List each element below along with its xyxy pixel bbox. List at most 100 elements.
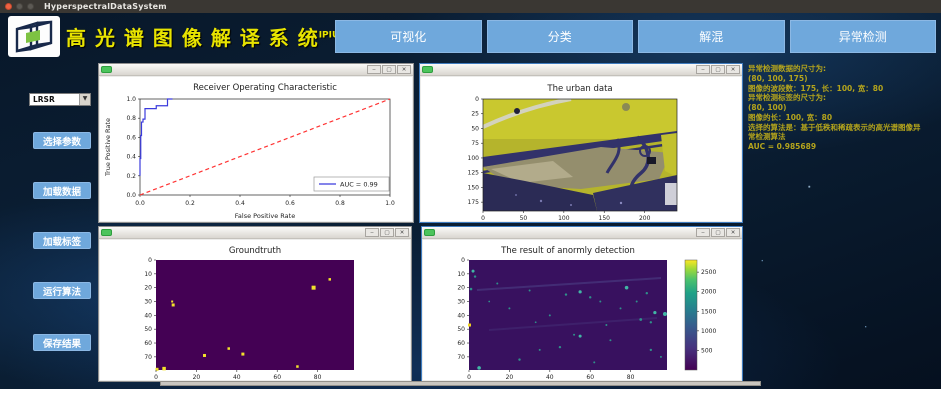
minimize-icon[interactable]: ‒ — [365, 228, 379, 237]
nav-button-visualization[interactable]: 可视化 — [335, 20, 482, 53]
anomaly-window-controls: ‒ ▢ ✕ — [696, 228, 740, 237]
close-icon[interactable]: ✕ — [397, 65, 411, 74]
close-icon[interactable]: ✕ — [726, 228, 740, 237]
svg-text:100: 100 — [468, 155, 480, 162]
svg-text:The urban data: The urban data — [546, 84, 612, 94]
maximize-icon[interactable]: ▢ — [380, 228, 394, 237]
maximize-icon[interactable]: ▢ — [711, 65, 725, 74]
urban-window-titlebar[interactable]: ‒ ▢ ✕ — [420, 64, 742, 76]
svg-text:0: 0 — [475, 96, 479, 103]
app-title: 高 光 谱 图 像 解 译 系 统IPIU — [66, 22, 339, 51]
info-line: (80, 100, 175) — [748, 74, 938, 84]
minimize-icon[interactable]: ‒ — [367, 65, 381, 74]
svg-text:20: 20 — [457, 285, 465, 292]
nav-button-classification[interactable]: 分类 — [487, 20, 634, 53]
main-nav: 可视化 分类 解混 异常检测 — [335, 20, 936, 53]
svg-text:0: 0 — [461, 257, 465, 264]
horizontal-scrollbar[interactable] — [160, 381, 761, 386]
urban-plot-canvas: The urban data05010015020002550751001251… — [421, 77, 741, 221]
svg-text:10: 10 — [457, 271, 465, 278]
urban-false-color-image — [483, 99, 677, 211]
nav-button-unmixing[interactable]: 解混 — [638, 20, 785, 53]
svg-text:1000: 1000 — [701, 328, 716, 335]
svg-text:0.2: 0.2 — [185, 200, 195, 207]
save-results-button[interactable]: 保存结果 — [33, 334, 91, 351]
screen: HyperspectralDataSystem 高 光 谱 图 像 解 译 系 … — [0, 0, 941, 419]
svg-text:1500: 1500 — [701, 308, 716, 315]
chevron-down-icon[interactable]: ▼ — [79, 94, 90, 105]
run-algorithm-button[interactable]: 运行算法 — [33, 282, 91, 299]
groundtruth-window-titlebar[interactable]: ‒ ▢ ✕ — [99, 227, 411, 239]
load-data-button[interactable]: 加载数据 — [33, 182, 91, 199]
svg-text:False Positive Rate: False Positive Rate — [235, 212, 295, 220]
svg-text:60: 60 — [457, 340, 465, 347]
svg-text:The result of anormly detectio: The result of anormly detection — [500, 246, 635, 256]
groundtruth-chart: Groundtruth020406080010203040506070 — [100, 240, 410, 380]
maximize-icon[interactable] — [27, 3, 34, 10]
qt-window-icon — [422, 66, 433, 73]
svg-text:0.4: 0.4 — [126, 154, 136, 161]
svg-text:50: 50 — [520, 215, 528, 221]
svg-text:0: 0 — [481, 215, 485, 221]
roc-chart: Receiver Operating Characteristic0.00.20… — [100, 77, 412, 221]
svg-text:0: 0 — [154, 374, 158, 380]
maximize-icon[interactable]: ▢ — [382, 65, 396, 74]
window-title: HyperspectralDataSystem — [44, 2, 167, 11]
app-window: HyperspectralDataSystem 高 光 谱 图 像 解 译 系 … — [0, 0, 941, 389]
svg-text:20: 20 — [193, 374, 201, 380]
svg-text:100: 100 — [558, 215, 570, 221]
algorithm-dropdown[interactable]: LRSR ▼ — [29, 93, 91, 106]
anomaly-chart: The result of anormly detection 0 20 40 60 80… — [423, 240, 741, 380]
close-icon[interactable]: ✕ — [726, 65, 740, 74]
anomaly-plot-canvas: The result of anormly detection 0 20 40 60 80… — [423, 240, 741, 380]
svg-text:Groundtruth: Groundtruth — [229, 246, 281, 256]
minimize-icon[interactable] — [16, 3, 23, 10]
groundtruth-window-controls: ‒ ▢ ✕ — [365, 228, 409, 237]
roc-window-titlebar[interactable]: ‒ ▢ ✕ — [99, 64, 413, 76]
svg-text:40: 40 — [457, 312, 465, 319]
algorithm-dropdown-value: LRSR — [30, 95, 79, 104]
minimize-icon[interactable]: ‒ — [696, 228, 710, 237]
svg-text:20: 20 — [144, 285, 152, 292]
svg-text:80: 80 — [627, 374, 635, 380]
load-labels-button[interactable]: 加载标签 — [33, 232, 91, 249]
svg-text:50: 50 — [144, 326, 152, 333]
minimize-icon[interactable]: ‒ — [696, 65, 710, 74]
svg-text:0.4: 0.4 — [235, 200, 245, 207]
close-icon[interactable] — [5, 3, 12, 10]
qt-window-icon — [101, 66, 112, 73]
roc-window-controls: ‒ ▢ ✕ — [367, 65, 411, 74]
close-icon[interactable]: ✕ — [395, 228, 409, 237]
svg-text:0.2: 0.2 — [126, 173, 136, 180]
info-line: 常检测算法 — [748, 132, 938, 142]
svg-text:40: 40 — [233, 374, 241, 380]
svg-text:75: 75 — [471, 140, 479, 147]
nav-button-anomaly-detection[interactable]: 异常检测 — [790, 20, 937, 53]
info-line: 图像的长：100, 宽：80 — [748, 113, 938, 123]
info-line: (80, 100) — [748, 103, 938, 113]
svg-text:0: 0 — [148, 257, 152, 264]
select-parameters-button[interactable]: 选择参数 — [33, 132, 91, 149]
header: 高 光 谱 图 像 解 译 系 统IPIU 可视化 分类 解混 异常检测 — [0, 13, 941, 60]
qt-window-icon — [101, 229, 112, 236]
svg-text:0.8: 0.8 — [335, 200, 345, 207]
svg-text:40: 40 — [144, 312, 152, 319]
roc-plot-window: ‒ ▢ ✕ Receiver Operating Characteristic0… — [98, 63, 414, 223]
roc-plot-canvas: Receiver Operating Characteristic0.00.20… — [100, 77, 412, 221]
qt-window-icon — [424, 229, 435, 236]
svg-text:70: 70 — [144, 354, 152, 361]
maximize-icon[interactable]: ▢ — [711, 228, 725, 237]
urban-image-chart: The urban data05010015020002550751001251… — [421, 77, 741, 221]
svg-text:200: 200 — [639, 215, 651, 221]
svg-text:0: 0 — [467, 374, 471, 380]
urban-window-controls: ‒ ▢ ✕ — [696, 65, 740, 74]
cube-logo-icon — [11, 18, 57, 55]
anomaly-window-titlebar[interactable]: ‒ ▢ ✕ — [422, 227, 742, 239]
groundtruth-window: ‒ ▢ ✕ Groundtruth02040608001020304050607… — [98, 226, 412, 382]
svg-text:0.6: 0.6 — [285, 200, 295, 207]
svg-text:60: 60 — [273, 374, 281, 380]
svg-text:125: 125 — [468, 170, 480, 177]
app-logo — [8, 16, 60, 57]
svg-text:60: 60 — [144, 340, 152, 347]
svg-text:20: 20 — [506, 374, 514, 380]
